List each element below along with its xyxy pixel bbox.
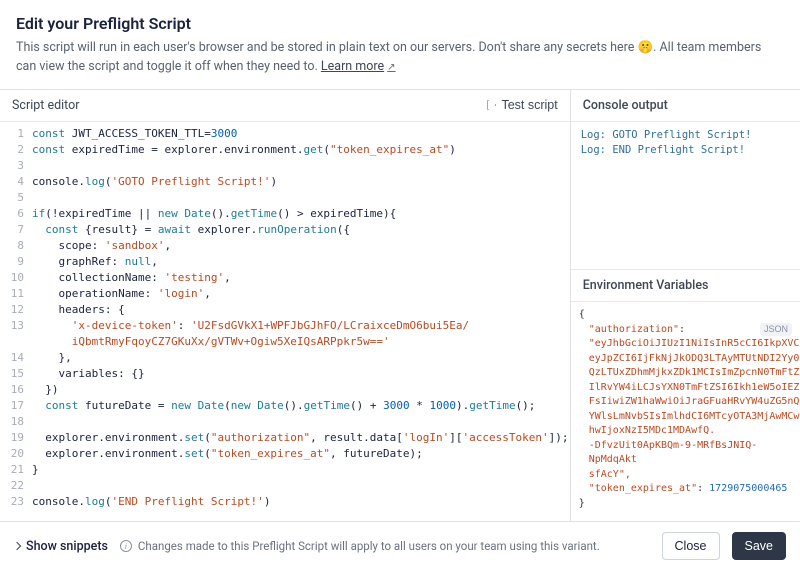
code-line: if(!expiredTime || new Date().getTime() … <box>32 206 570 222</box>
env-vars-header: Environment Variables <box>571 269 800 302</box>
dialog-title: Edit your Preflight Script <box>16 14 784 33</box>
test-script-label: Test script <box>501 98 557 112</box>
env-key-token-expires: "token_expires_at" <box>589 483 697 494</box>
line-number: 5 <box>0 190 32 206</box>
code-line: const {result} = await explorer.runOpera… <box>32 222 570 238</box>
play-icon <box>487 100 496 110</box>
console-output-header: Console output <box>571 90 800 122</box>
code-line: variables: {} <box>32 366 570 382</box>
dialog-header: Edit your Preflight Script This script w… <box>0 0 800 89</box>
editor-header: Script editor Test script <box>0 90 570 122</box>
code-line: explorer.environment.set("token_expires_… <box>32 446 570 462</box>
code-line: graphRef: null, <box>32 254 570 270</box>
line-number: 7 <box>0 222 32 238</box>
line-number: 6 <box>0 206 32 222</box>
env-value-line: eyJpZCI6IjFkNjJkODQ3LTAyMTUtNDI2Yy05 <box>579 352 792 367</box>
code-line: scope: 'sandbox', <box>32 238 570 254</box>
code-line: collectionName: 'testing', <box>32 270 570 286</box>
line-number: 19 <box>0 430 32 446</box>
external-link-icon: ↗ <box>387 60 395 75</box>
side-pane: Console output Log: GOTO Preflight Scrip… <box>571 90 800 522</box>
line-number: 15 <box>0 366 32 382</box>
show-snippets-button[interactable]: Show snippets <box>14 539 108 554</box>
code-line: headers: { <box>32 302 570 318</box>
code-line: 'x-device-token': 'U2FsdGVkX1+WPFJbGJhFO… <box>32 318 570 334</box>
env-value-line: YWlsLmNvbSIsImlhdCI6MTcyOTA3MjAwMCwi <box>579 410 792 425</box>
code-line: console.log('GOTO Preflight Script!') <box>32 174 570 190</box>
line-number: 11 <box>0 286 32 302</box>
show-snippets-label: Show snippets <box>26 539 108 554</box>
env-value-line: sfAcY", <box>579 468 792 483</box>
line-number: 20 <box>0 446 32 462</box>
env-vars-body: { "authorization": JSON "eyJhbGciOiJIUzI… <box>571 302 800 521</box>
editor-pane: Script editor Test script 1const JWT_ACC… <box>0 90 571 522</box>
line-number: 3 <box>0 158 32 174</box>
learn-more-link[interactable]: Learn more ↗ <box>321 58 396 77</box>
info-icon: i <box>120 540 132 552</box>
code-line: console.log('END Preflight Script!') <box>32 494 570 510</box>
line-number: 21 <box>0 462 32 478</box>
env-value-line: hwIjoxNzI5MDc1MDAwfQ. <box>579 424 792 439</box>
line-number: 14 <box>0 350 32 366</box>
env-value-token-expires: 1729075000465 <box>709 483 787 494</box>
chevron-right-icon <box>13 542 21 550</box>
env-value-line: IlRvYW4iLCJsYXN0TmFtZSI6Ikh1eW5oIEZS <box>579 381 792 396</box>
console-line: Log: GOTO Preflight Script! <box>581 128 790 143</box>
line-number: 4 <box>0 174 32 190</box>
env-value-line: -DfvzUit0ApKBQm-9-MRfBsJNIQ-NpMdqAkt <box>579 439 792 468</box>
line-number: 1 <box>0 126 32 142</box>
line-number: 2 <box>0 142 32 158</box>
json-badge: JSON <box>760 323 792 336</box>
code-line: const JWT_ACCESS_TOKEN_TTL=3000 <box>32 126 570 142</box>
code-line: }, <box>32 350 570 366</box>
line-number: 18 <box>0 414 32 430</box>
env-key-authorization: "authorization" <box>589 324 679 335</box>
env-value-line: QzLTUxZDhmMjkxZDk1MCIsImZpcnN0TmFtZS <box>579 366 792 381</box>
code-line: }) <box>32 382 570 398</box>
line-number: 9 <box>0 254 32 270</box>
code-line: iQbmtRmyFqoyCZ7GKuXx/gVTWv+Ogiw5XeIQsARP… <box>32 334 570 350</box>
line-number: 16 <box>0 382 32 398</box>
code-line: const futureDate = new Date(new Date().g… <box>32 398 570 414</box>
save-button[interactable]: Save <box>732 532 787 560</box>
line-number: 13 <box>0 318 32 334</box>
line-number: 23 <box>0 494 32 510</box>
secret-emoji-icon: 🤫 <box>638 40 654 55</box>
dialog-footer: Show snippets i Changes made to this Pre… <box>0 521 800 570</box>
desc-text-a: This script will run in each user's brow… <box>16 40 638 55</box>
close-button[interactable]: Close <box>662 532 720 560</box>
test-script-button[interactable]: Test script <box>487 98 557 112</box>
code-editor[interactable]: 1const JWT_ACCESS_TOKEN_TTL=3000 2const … <box>0 122 570 522</box>
line-number: 22 <box>0 478 32 494</box>
code-line: explorer.environment.set("authorization"… <box>32 430 570 446</box>
footer-note-text: Changes made to this Preflight Script wi… <box>138 539 600 553</box>
line-number: 8 <box>0 238 32 254</box>
learn-more-label: Learn more <box>321 58 384 77</box>
editor-title: Script editor <box>12 98 80 113</box>
footer-note: i Changes made to this Preflight Script … <box>120 539 650 553</box>
env-value-line: "eyJhbGciOiJIUzI1NiIsInR5cCI6IkpXVCJ <box>579 337 792 352</box>
env-value-line: FsIiwiZW1haWwiOiJraGFuaHRvYW4uZG5nQG <box>579 395 792 410</box>
line-number: 17 <box>0 398 32 414</box>
code-line: } <box>32 462 570 478</box>
dialog-description: This script will run in each user's brow… <box>16 39 784 77</box>
code-line: operationName: 'login', <box>32 286 570 302</box>
code-line: const expiredTime = explorer.environment… <box>32 142 570 158</box>
content-panes: Script editor Test script 1const JWT_ACC… <box>0 89 800 522</box>
console-output: Log: GOTO Preflight Script! Log: END Pre… <box>571 122 800 164</box>
line-number: 12 <box>0 302 32 318</box>
console-line: Log: END Preflight Script! <box>581 143 790 158</box>
line-number: 10 <box>0 270 32 286</box>
